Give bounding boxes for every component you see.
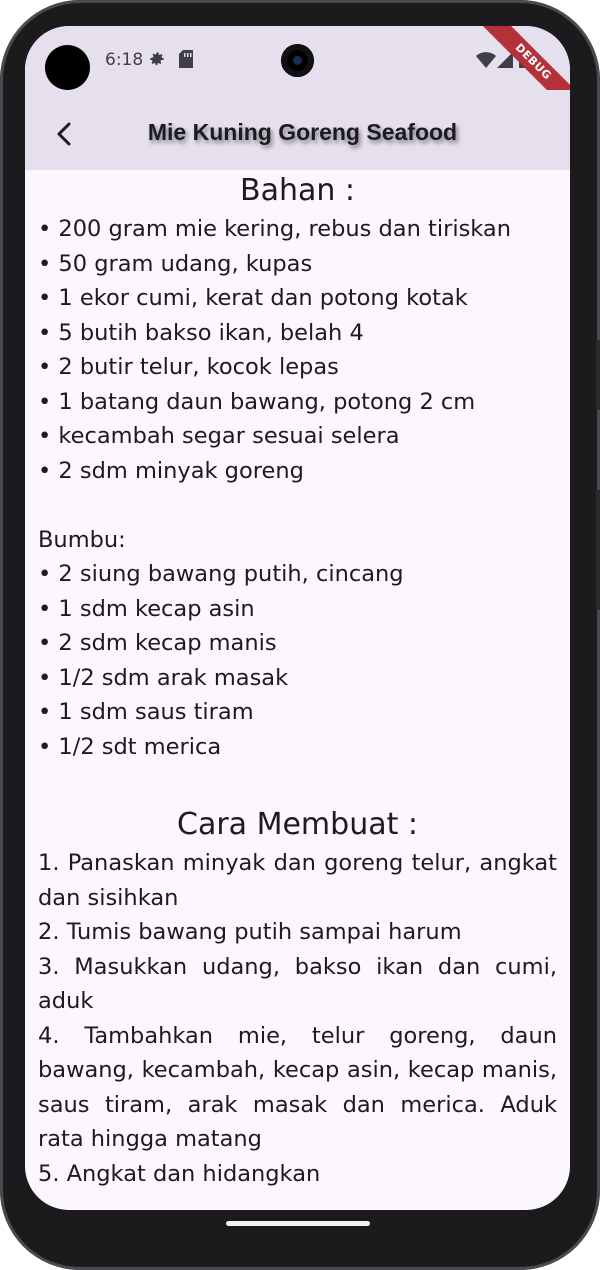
phone-frame: 6:18 DEBUG Mie Kuning Goreng Seafood Bah… <box>0 0 600 1270</box>
screen: 6:18 DEBUG Mie Kuning Goreng Seafood Bah… <box>25 26 570 1210</box>
spice-item: • 1 sdm saus tiram <box>38 699 254 725</box>
ingredient-item: • 1 batang daun bawang, potong 2 cm <box>38 388 476 415</box>
ingredient-item: • 50 gram udang, kupas <box>38 250 313 277</box>
recipe-content: Bahan : • 200 gram mie kering, rebus dan… <box>38 170 557 1191</box>
spice-item: • 2 sdm kecap manis <box>38 630 277 656</box>
ingredient-item: • 200 gram mie kering, rebus dan tiriska… <box>38 216 511 242</box>
ingredient-item: • 5 butih bakso ikan, belah 4 <box>38 319 364 346</box>
camera-cutout-left <box>45 45 90 90</box>
spice-item: • 1 sdm kecap asin <box>38 595 255 622</box>
home-gesture-bar[interactable] <box>226 1221 370 1226</box>
ingredient-item: • 2 butir telur, kocok lepas <box>38 354 339 380</box>
step-item: 3. Masukkan udang, bakso ikan dan cumi, … <box>38 953 557 1015</box>
step-item: 2. Tumis bawang putih sampai harum <box>38 919 462 945</box>
ingredients-heading: Bahan : <box>239 173 356 208</box>
signal-icon <box>497 52 513 72</box>
page-title: Mie Kuning Goreng Seafood <box>147 119 458 145</box>
ingredient-item: • kecambah segar sesuai selera <box>38 423 400 449</box>
step-item: 4. Tambahkan mie, telur goreng, daun baw… <box>38 1022 557 1153</box>
spice-item: • 2 siung bawang putih, cincang <box>38 561 404 587</box>
ingredient-item: • 2 sdm minyak goreng <box>38 457 304 484</box>
spice-item: • 1/2 sdm arak masak <box>38 664 289 691</box>
power-button <box>596 490 600 610</box>
status-time: 6:18 <box>105 50 144 70</box>
spice-label: Bumbu: <box>38 526 126 553</box>
steps-heading: Cara Membuat : <box>177 807 418 842</box>
ingredient-item: • 1 ekor cumi, kerat dan potong kotak <box>38 285 468 311</box>
settings-icon <box>148 50 166 72</box>
wifi-icon <box>476 52 496 72</box>
app-bar: Mie Kuning Goreng Seafood <box>25 90 570 170</box>
front-camera <box>281 44 314 77</box>
status-bar: 6:18 DEBUG <box>25 26 570 123</box>
sd-card-icon <box>179 50 193 72</box>
volume-button <box>596 340 600 410</box>
step-item: 5. Angkat dan hidangkan <box>38 1160 321 1187</box>
spice-item: • 1/2 sdt merica <box>38 733 222 760</box>
step-item: 1. Panaskan minyak dan goreng telur, ang… <box>38 850 557 911</box>
